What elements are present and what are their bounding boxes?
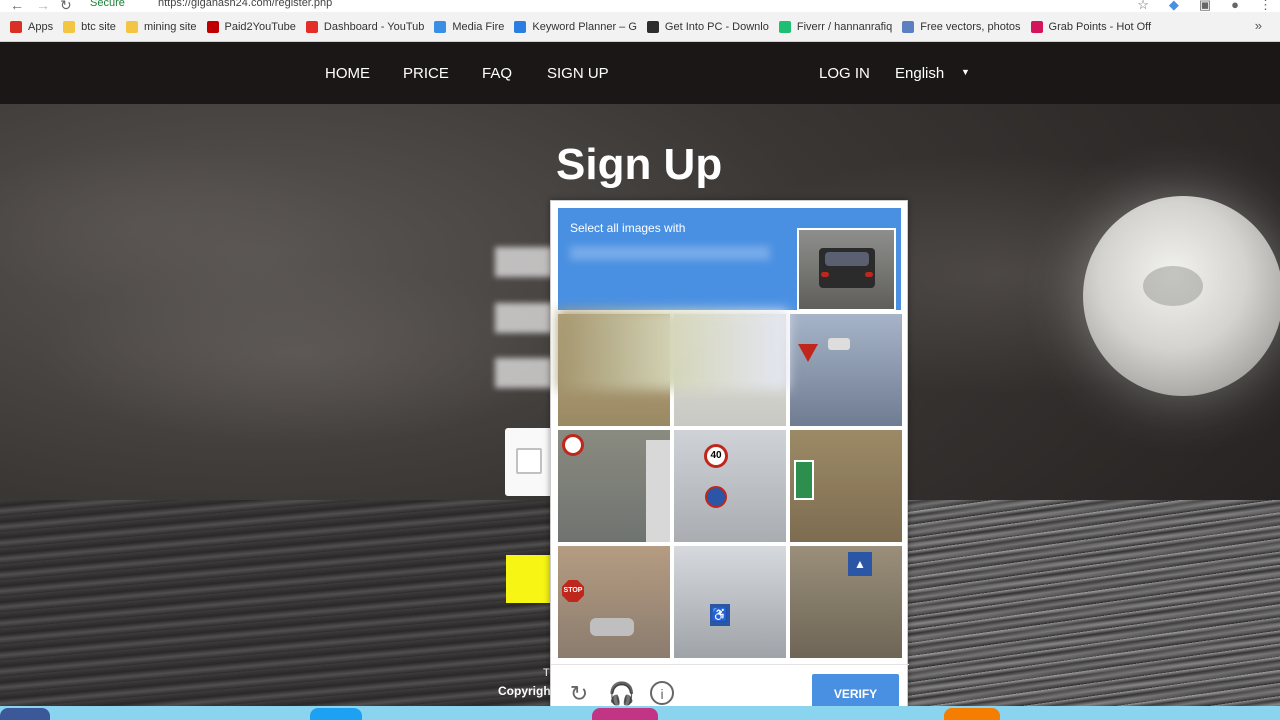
nav-login[interactable]: LOG IN xyxy=(819,65,870,82)
captcha-header: Select all images with xyxy=(558,208,901,311)
secure-label: Secure xyxy=(90,0,125,9)
profile-icon[interactable]: ● xyxy=(1231,0,1239,13)
bookmark-item[interactable]: Fiverr / hannanrafiq xyxy=(778,21,893,33)
captcha-tile[interactable] xyxy=(790,430,902,542)
bookmarks-more-icon[interactable]: » xyxy=(1255,18,1262,33)
bookmark-item[interactable]: btc site xyxy=(63,21,116,33)
captcha-tile[interactable]: ♿ xyxy=(674,546,786,658)
info-icon[interactable]: i xyxy=(650,681,674,705)
bookmark-label: Apps xyxy=(28,21,54,33)
disabled-parking-sign-icon: ♿ xyxy=(710,604,730,626)
bookmark-label: btc site xyxy=(81,21,116,33)
caret-down-icon[interactable]: ▼ xyxy=(961,67,970,77)
footer-text: T xyxy=(543,667,550,679)
captcha-tile[interactable]: STOP xyxy=(558,546,670,658)
bookmark-item[interactable]: Keyword Planner – G xyxy=(514,21,637,33)
bookmark-label: Free vectors, photos xyxy=(920,21,1021,33)
form-field-blurred[interactable] xyxy=(495,303,555,333)
bookmarks-bar: Apps btc site mining site Paid2YouTube Dashb… xyxy=(0,16,1280,38)
captcha-tile[interactable]: ▲ xyxy=(790,546,902,658)
url-text[interactable]: https://gigahash24.com/register.php xyxy=(158,0,332,9)
bookmark-item[interactable]: Free vectors, photos xyxy=(902,21,1021,33)
recaptcha-checkbox[interactable] xyxy=(516,448,542,474)
language-select[interactable]: English xyxy=(895,65,944,82)
bookmark-item[interactable]: Dashboard - YouTub xyxy=(305,21,425,33)
site-navbar: HOME PRICE FAQ SIGN UP LOG IN English ▼ xyxy=(0,42,1280,104)
menu-icon[interactable]: ⋮ xyxy=(1259,0,1272,13)
reload-icon[interactable]: ↻ xyxy=(60,0,72,14)
address-bar[interactable]: ← → ↻ Secure https://gigahash24.com/regi… xyxy=(0,0,1280,14)
nav-price[interactable]: PRICE xyxy=(403,65,449,82)
social-strip xyxy=(0,706,1280,720)
form-field-blurred[interactable] xyxy=(495,358,555,388)
bookmark-icon xyxy=(125,21,138,33)
no-parking-sign-icon xyxy=(705,486,727,508)
moon-image xyxy=(1083,196,1280,396)
captcha-tile[interactable] xyxy=(558,430,670,542)
bookmark-icon xyxy=(206,21,219,33)
page-title: Sign Up xyxy=(556,140,723,189)
nav-home[interactable]: HOME xyxy=(325,65,370,82)
nav-signup[interactable]: SIGN UP xyxy=(547,65,609,82)
form-field-blurred[interactable] xyxy=(495,247,555,277)
twitter-icon[interactable] xyxy=(310,708,362,720)
stop-sign-icon: STOP xyxy=(562,580,584,602)
moonlit-water xyxy=(900,500,1280,720)
captcha-sample-image xyxy=(797,228,896,311)
extension-icon[interactable]: ◆ xyxy=(1169,0,1179,13)
bookmark-label: mining site xyxy=(143,21,197,33)
captcha-blur-overlay xyxy=(558,310,788,390)
bookmark-label: Fiverr / hannanrafiq xyxy=(796,21,893,33)
browser-chrome: ← → ↻ Secure https://gigahash24.com/regi… xyxy=(0,0,1280,42)
bookmark-item[interactable]: Get Into PC - Downlo xyxy=(646,21,769,33)
crosswalk-sign-icon: ▲ xyxy=(848,552,872,576)
bookmark-item[interactable]: Grab Points - Hot Off xyxy=(1030,21,1152,33)
bookmark-label: Dashboard - YouTub xyxy=(323,21,425,33)
captcha-target-blurred xyxy=(570,246,770,260)
submit-button[interactable] xyxy=(506,555,554,603)
refresh-icon[interactable]: ↻ xyxy=(566,681,592,707)
bookmark-icon xyxy=(514,21,527,33)
bookmark-item[interactable]: Apps xyxy=(10,21,53,33)
no-turn-sign-icon xyxy=(562,434,584,456)
back-icon[interactable]: ← xyxy=(10,0,24,13)
bookmark-icon xyxy=(10,21,22,33)
nav-faq[interactable]: FAQ xyxy=(482,65,512,82)
captcha-tile[interactable] xyxy=(790,314,902,426)
blogger-icon[interactable] xyxy=(944,708,1000,720)
bookmark-item[interactable]: Paid2YouTube xyxy=(206,21,296,33)
bookmark-label: Keyword Planner – G xyxy=(532,21,637,33)
extension-icon-2[interactable]: ▣ xyxy=(1199,0,1211,13)
bookmark-icon xyxy=(646,21,659,33)
captcha-prompt: Select all images with xyxy=(570,221,686,235)
captcha-tile[interactable]: 40 xyxy=(674,430,786,542)
bookmark-icon xyxy=(1030,21,1043,33)
bookmark-label: Paid2YouTube xyxy=(224,21,296,33)
speed-limit-sign-icon: 40 xyxy=(704,444,728,468)
forward-icon[interactable]: → xyxy=(36,0,50,13)
bookmark-icon xyxy=(305,21,318,33)
bookmark-label: Grab Points - Hot Off xyxy=(1048,21,1152,33)
bookmark-item[interactable]: Media Fire xyxy=(434,21,504,33)
bookmark-icon xyxy=(434,21,447,33)
facebook-icon[interactable] xyxy=(0,708,50,720)
captcha-challenge: Select all images with 40 STOP ♿ ▲ ↻ 🎧 i… xyxy=(550,200,909,720)
bookmark-item[interactable]: mining site xyxy=(125,21,197,33)
instagram-icon[interactable] xyxy=(592,708,658,720)
bookmark-icon xyxy=(778,21,791,33)
headphones-icon[interactable]: 🎧 xyxy=(608,681,635,707)
bookmark-icon xyxy=(63,21,76,33)
bookmark-icon xyxy=(902,21,915,33)
bookmark-label: Get Into PC - Downlo xyxy=(664,21,769,33)
copyright-text: Copyright xyxy=(498,684,555,698)
yield-sign-icon xyxy=(798,344,818,362)
star-icon[interactable]: ☆ xyxy=(1137,0,1149,13)
bookmark-label: Media Fire xyxy=(452,21,505,33)
green-sign-icon xyxy=(794,460,814,500)
